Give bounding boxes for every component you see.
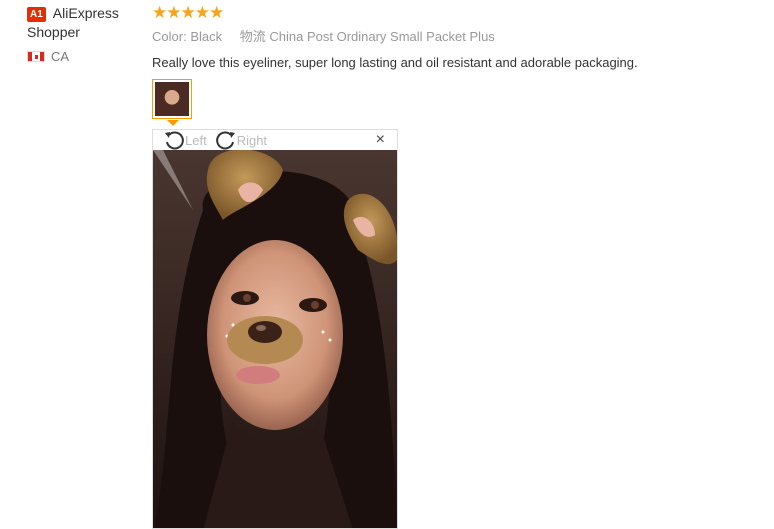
rotate-right-icon xyxy=(215,131,235,150)
review-meta: Color: Black 物流 China Post Ordinary Smal… xyxy=(152,28,762,46)
reviewer-name-line1: AliExpress xyxy=(52,5,119,21)
color-value: Black xyxy=(190,29,223,44)
reviewer-name-line2: Shopper xyxy=(27,24,80,40)
review-photo xyxy=(153,150,397,528)
color-label: Color: xyxy=(152,29,187,44)
canada-flag-icon xyxy=(27,51,45,62)
reviewer-name-row: A1 AliExpress xyxy=(27,4,147,23)
viewer-toolbar: Left Right × xyxy=(153,130,397,150)
review-comment: Really love this eyeliner, super long la… xyxy=(152,55,638,70)
reviewer-country: CA xyxy=(27,49,147,64)
rotate-left-button[interactable]: Left xyxy=(163,130,207,151)
close-viewer-button[interactable]: × xyxy=(376,132,385,148)
rotate-right-button[interactable]: Right xyxy=(215,130,268,151)
rotate-right-label: Right xyxy=(236,132,268,148)
review-photo-image xyxy=(153,150,397,528)
shipping-label: 物流 xyxy=(239,29,266,44)
shipping-value: China Post Ordinary Small Packet Plus xyxy=(269,29,495,44)
review-content: ★★★★★ Color: Black 物流 China Post Ordinar… xyxy=(152,4,762,72)
country-code: CA xyxy=(51,49,70,64)
rotate-left-label: Left xyxy=(185,132,207,148)
thumbnail-image xyxy=(155,82,189,116)
photo-viewer: Left Right × xyxy=(152,129,398,529)
reviewer-info: A1 AliExpress Shopper CA xyxy=(27,4,147,64)
rotate-left-icon xyxy=(165,131,184,150)
star-rating: ★★★★★ xyxy=(152,3,224,22)
review-photo-thumbnail[interactable] xyxy=(152,79,192,119)
thumbnail-selected-arrow-icon xyxy=(167,120,179,126)
reviewer-level-badge: A1 xyxy=(27,7,46,22)
